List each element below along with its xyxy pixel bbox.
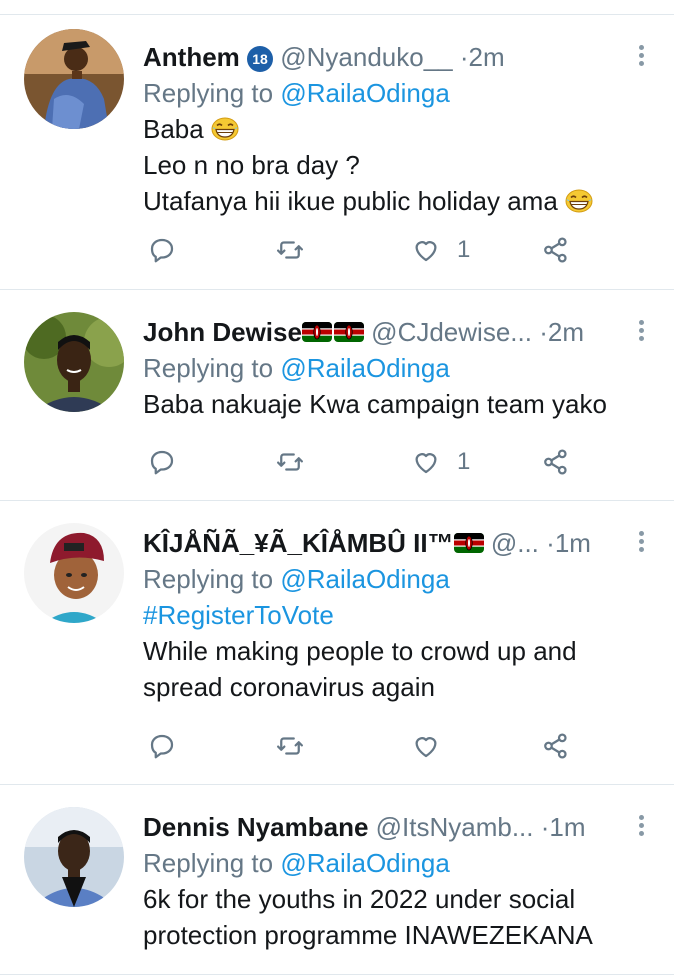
tweet-actions: 1 <box>143 230 654 270</box>
kenya-flag-icon <box>302 322 332 342</box>
mention-link[interactable]: @RailaOdinga <box>280 353 449 383</box>
separator-dot: · <box>546 528 555 558</box>
more-icon[interactable] <box>636 314 646 350</box>
tweet-text: Baba Leo n no bra day ? Utafanya hii iku… <box>143 111 654 219</box>
replying-to: Replying to @RailaOdinga <box>143 75 654 111</box>
tweet-header: KÎJÅÑÃ_¥Ã_KÎÅMBÛ II™ @... ·1m <box>143 525 654 561</box>
avatar[interactable] <box>24 312 124 412</box>
kenya-flag-icon <box>334 322 364 342</box>
tweet-line: spread coronavirus again <box>143 672 435 702</box>
replying-to-label: Replying to <box>143 78 274 108</box>
tweet-header: John Dewise @CJdewise... ·2m <box>143 314 654 350</box>
more-icon[interactable] <box>636 39 646 75</box>
grinning-emoji-icon <box>565 189 593 213</box>
avatar[interactable] <box>24 807 124 907</box>
grinning-emoji-icon <box>211 117 239 141</box>
tweet[interactable]: Anthem 18 @Nyanduko__ ·2m Replying to @R… <box>0 15 674 290</box>
retweet-icon <box>275 235 305 265</box>
mention-link[interactable]: @RailaOdinga <box>280 78 449 108</box>
tweet-line: 6k for the youths in 2022 under social <box>143 884 576 914</box>
timestamp[interactable]: 2m <box>469 42 505 72</box>
share-button[interactable] <box>541 726 571 766</box>
avatar[interactable] <box>24 523 124 623</box>
user-handle[interactable]: @... <box>491 528 539 558</box>
tweet-line: Utafanya hii ikue public holiday ama <box>143 186 558 216</box>
like-button[interactable]: 1 <box>411 442 470 482</box>
share-button[interactable] <box>541 442 571 482</box>
display-name[interactable]: John Dewise <box>143 317 302 347</box>
user-handle[interactable]: @ItsNyamb... <box>376 812 534 842</box>
like-button[interactable] <box>411 726 441 766</box>
more-icon[interactable] <box>636 809 646 845</box>
replying-to-label: Replying to <box>143 353 274 383</box>
reply-button[interactable] <box>147 726 177 766</box>
replying-to: Replying to @RailaOdinga <box>143 561 654 597</box>
replying-to: Replying to @RailaOdinga <box>143 845 654 881</box>
tweet-line: Leo n no bra day ? <box>143 150 360 180</box>
replying-to: Replying to @RailaOdinga <box>143 350 654 386</box>
timestamp[interactable]: 2m <box>548 317 584 347</box>
like-button[interactable]: 1 <box>411 230 470 270</box>
user-handle[interactable]: @CJdewise... <box>371 317 532 347</box>
timestamp[interactable]: 1m <box>549 812 585 842</box>
tweet-header: Anthem 18 @Nyanduko__ ·2m <box>143 39 654 75</box>
tweet[interactable]: John Dewise @CJdewise... ·2m Replying to… <box>0 290 674 501</box>
display-name[interactable]: KÎJÅÑÃ_¥Ã_KÎÅMBÛ II™ <box>143 528 454 558</box>
tweet-line: protection programme INAWEZEKANA <box>143 920 593 950</box>
replying-to-label: Replying to <box>143 848 274 878</box>
replying-to-label: Replying to <box>143 564 274 594</box>
mention-link[interactable]: @RailaOdinga <box>280 848 449 878</box>
reply-button[interactable] <box>147 442 177 482</box>
share-button[interactable] <box>541 230 571 270</box>
age-18-badge-icon: 18 <box>247 46 274 72</box>
separator-dot: · <box>539 317 548 347</box>
retweet-button[interactable] <box>275 230 305 270</box>
tweet-line: Baba <box>143 114 204 144</box>
timestamp[interactable]: 1m <box>555 528 591 558</box>
user-handle[interactable]: @Nyanduko__ <box>280 42 452 72</box>
tweet-actions <box>143 726 654 766</box>
like-count: 1 <box>457 236 471 263</box>
hashtag-link[interactable]: #RegisterToVote <box>143 597 654 633</box>
kenya-flag-icon <box>454 533 484 553</box>
retweet-button[interactable] <box>275 442 305 482</box>
mention-link[interactable]: @RailaOdinga <box>280 564 449 594</box>
reply-icon <box>147 731 177 761</box>
separator-dot: · <box>459 42 469 72</box>
more-icon[interactable] <box>636 525 646 561</box>
like-icon <box>411 235 441 265</box>
tweet-line: Baba nakuaje Kwa campaign team yako <box>143 389 607 419</box>
tweet[interactable]: Dennis Nyambane @ItsNyamb... ·1m Replyin… <box>0 785 674 975</box>
tweet-text: 6k for the youths in 2022 under social p… <box>143 881 654 953</box>
share-icon <box>541 731 571 761</box>
share-icon <box>541 235 571 265</box>
like-count: 1 <box>457 448 471 475</box>
like-icon <box>411 447 441 477</box>
like-icon <box>411 731 441 761</box>
reply-icon <box>147 235 177 265</box>
retweet-icon <box>275 447 305 477</box>
tweet-actions: 1 <box>143 442 654 482</box>
retweet-button[interactable] <box>275 726 305 766</box>
retweet-icon <box>275 731 305 761</box>
tweet-line: While making people to crowd up and <box>143 636 577 666</box>
share-icon <box>541 447 571 477</box>
tweet-text: #RegisterToVote While making people to c… <box>143 597 654 705</box>
reply-icon <box>147 447 177 477</box>
display-name[interactable]: Dennis Nyambane <box>143 812 368 842</box>
top-divider <box>0 0 674 15</box>
reply-button[interactable] <box>147 230 177 270</box>
tweet-header: Dennis Nyambane @ItsNyamb... ·1m <box>143 809 654 845</box>
avatar[interactable] <box>24 29 124 129</box>
tweet[interactable]: KÎJÅÑÃ_¥Ã_KÎÅMBÛ II™ @... ·1m Replying t… <box>0 501 674 785</box>
tweet-text: Baba nakuaje Kwa campaign team yako <box>143 386 654 422</box>
display-name[interactable]: Anthem <box>143 42 240 72</box>
